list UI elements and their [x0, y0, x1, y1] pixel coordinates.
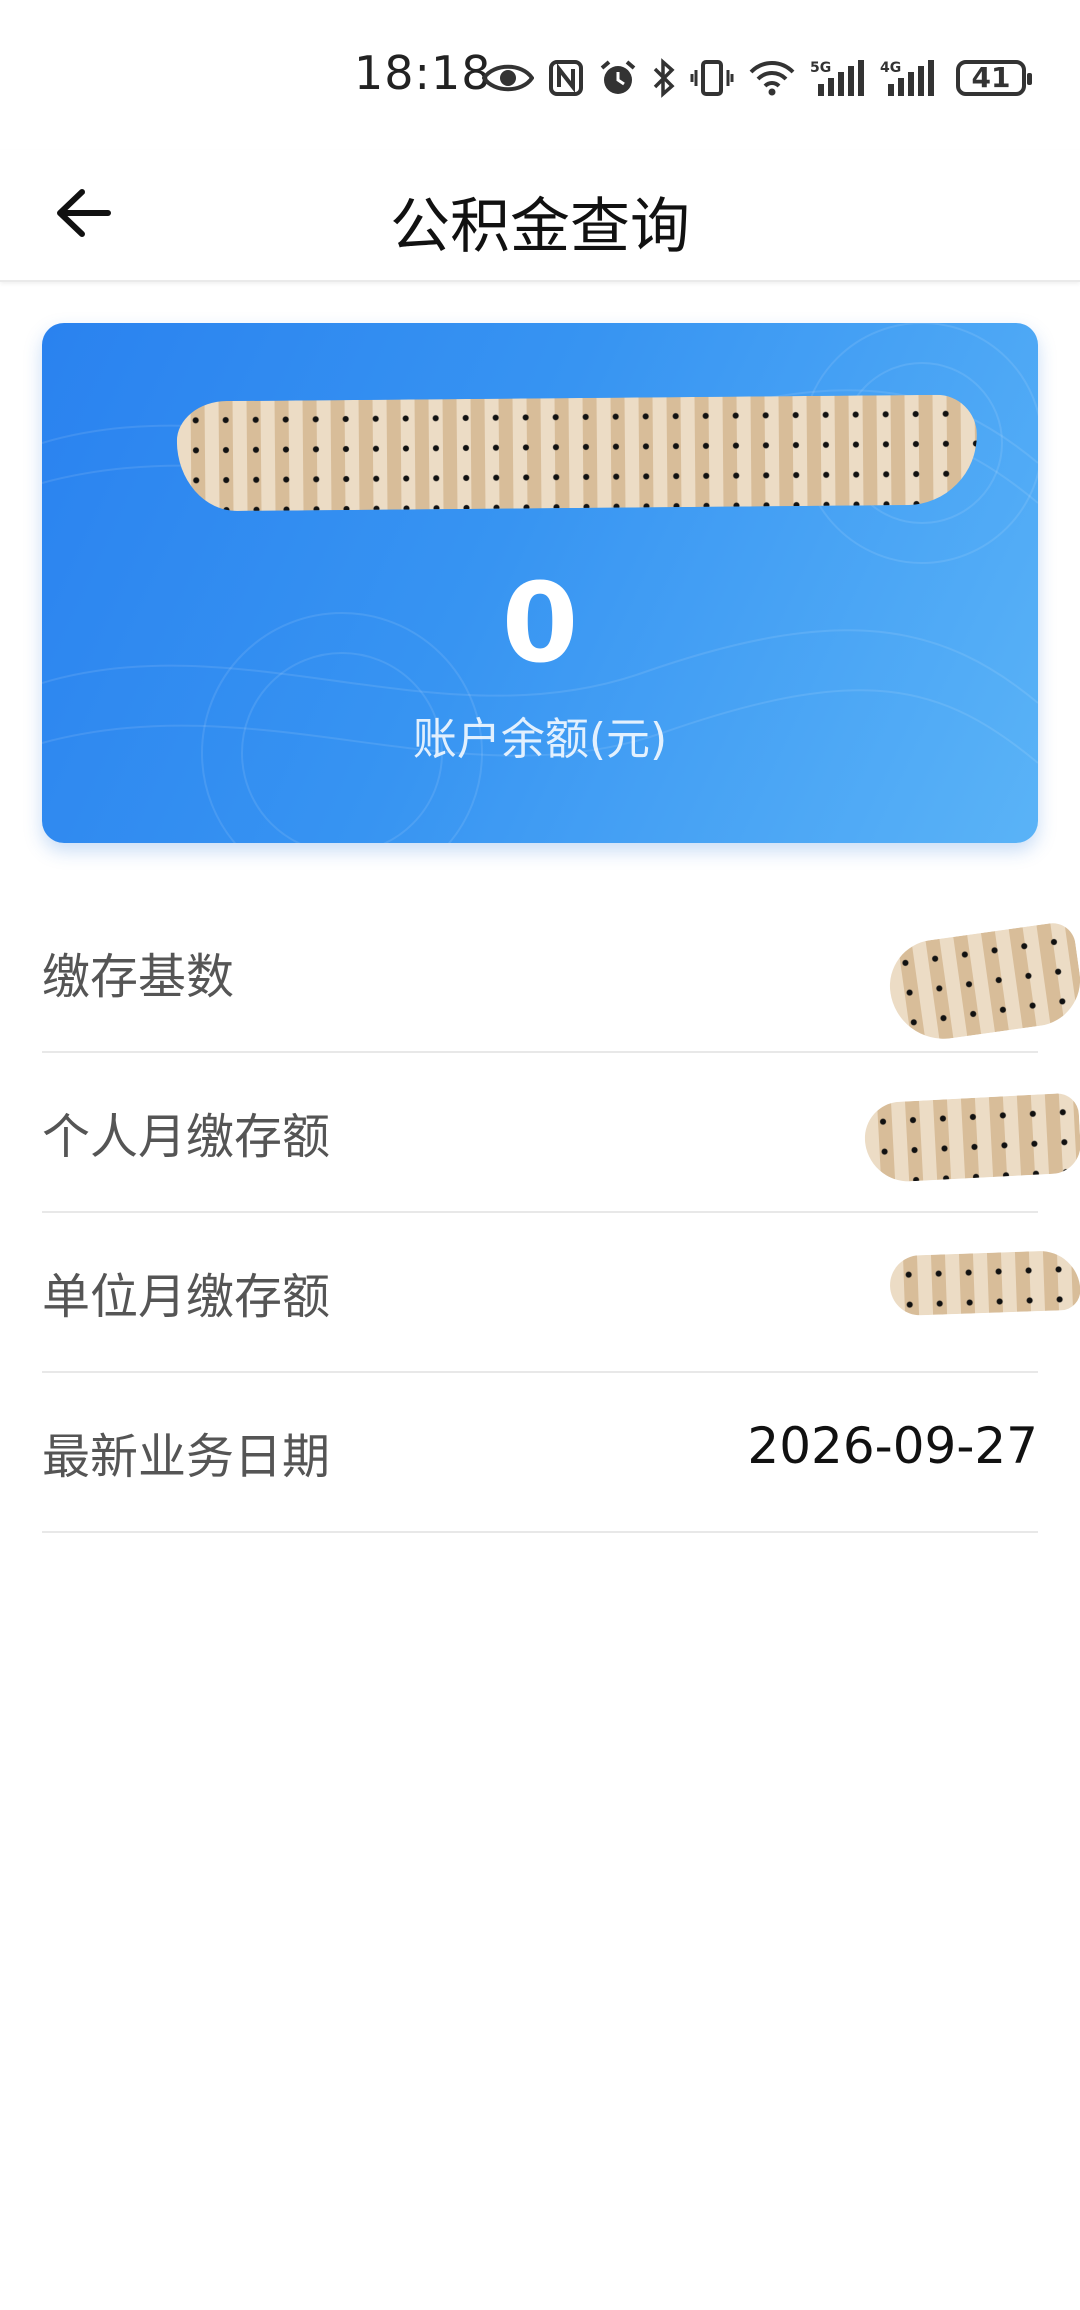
battery-icon: 41 [956, 60, 1032, 96]
battery-level: 41 [971, 61, 1011, 94]
nfc-icon [548, 59, 584, 97]
alarm-icon [598, 58, 638, 98]
page-title: 公积金查询 [390, 192, 690, 262]
info-label: 最新业务日期 [42, 1429, 331, 1485]
app-bar: 公积金查询 [0, 150, 1080, 282]
info-value: 2026-09-27 [747, 1417, 1038, 1475]
status-time: 18:18 [354, 46, 492, 100]
signal-5g-icon: 5G [810, 58, 866, 98]
info-row-latest-date: 最新业务日期 2026-09-27 [42, 1373, 1038, 1533]
info-label: 缴存基数 [42, 949, 235, 1005]
bluetooth-icon [652, 58, 676, 98]
signal-4g-icon: 4G [880, 58, 936, 98]
info-row-personal-monthly: 个人月缴存额 [42, 1053, 1080, 1213]
info-label: 单位月缴存额 [42, 1269, 331, 1325]
redacted-value [863, 1092, 1080, 1184]
balance-value: 0 [501, 559, 579, 687]
redacted-account-name [176, 394, 978, 512]
redacted-value [883, 920, 1080, 1046]
status-bar: 18:18 5G 4G 41 [0, 0, 1080, 150]
info-row-employer-monthly: 单位月缴存额 [42, 1213, 1080, 1373]
redacted-value [889, 1249, 1080, 1317]
vibrate-icon [690, 58, 734, 98]
wifi-icon [748, 60, 796, 96]
svg-text:5G: 5G [810, 60, 831, 76]
eye-icon [482, 61, 534, 95]
info-label: 个人月缴存额 [42, 1109, 331, 1165]
balance-label: 账户余额(元) [412, 714, 668, 765]
info-row-deposit-base: 缴存基数 [42, 893, 1080, 1053]
svg-text:4G: 4G [880, 60, 901, 76]
info-list: 缴存基数 个人月缴存额 单位月缴存额 最新业务日期 2026-09-27 [42, 893, 1080, 1533]
status-icons: 5G 4G 41 [482, 48, 1032, 108]
balance-card: 0 账户余额(元) [42, 323, 1038, 843]
